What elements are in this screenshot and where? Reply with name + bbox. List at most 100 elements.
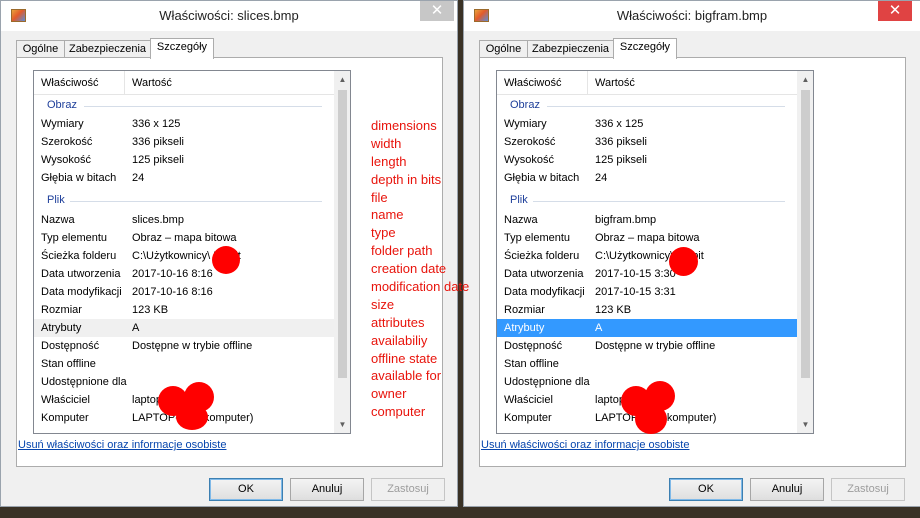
vertical-scrollbar[interactable]: ▲ ▼ bbox=[797, 71, 813, 433]
title-bar: Właściwości: slices.bmp ✕ bbox=[1, 1, 457, 31]
scroll-up-arrow-icon[interactable]: ▲ bbox=[797, 71, 813, 88]
table-row-selected[interactable]: Atrybuty A bbox=[34, 319, 334, 337]
scroll-thumb[interactable] bbox=[338, 90, 347, 378]
table-row[interactable]: Szerokość 336 pikseli bbox=[34, 133, 334, 151]
group-header-file: Plik bbox=[34, 192, 334, 210]
table-row[interactable]: Data utworzenia 2017-10-15 3:30 bbox=[497, 265, 797, 283]
close-icon: ✕ bbox=[430, 2, 444, 19]
scroll-down-arrow-icon[interactable]: ▼ bbox=[797, 416, 813, 433]
close-button[interactable]: ✕ bbox=[878, 1, 912, 21]
tab-details[interactable]: Szczegóły bbox=[150, 38, 214, 59]
property-value: 24 bbox=[132, 172, 145, 184]
column-header-value[interactable]: Wartość bbox=[132, 77, 172, 89]
table-row[interactable]: Szerokość 336 pikseli bbox=[497, 133, 797, 151]
table-row[interactable]: Dostępność Dostępne w trybie offline bbox=[497, 337, 797, 355]
table-row[interactable]: Nazwa slices.bmp bbox=[34, 211, 334, 229]
scroll-down-arrow-icon[interactable]: ▼ bbox=[334, 416, 350, 433]
table-row[interactable]: Rozmiar 123 KB bbox=[34, 301, 334, 319]
tab-general[interactable]: Ogólne bbox=[479, 40, 528, 58]
property-name: Typ elementu bbox=[41, 232, 108, 244]
property-name: Komputer bbox=[41, 412, 89, 424]
table-row[interactable]: Stan offline bbox=[497, 355, 797, 373]
group-header-image: Obraz bbox=[34, 97, 334, 115]
table-row[interactable]: Wymiary 336 x 125 bbox=[497, 115, 797, 133]
table-row[interactable]: Nazwa bigfram.bmp bbox=[497, 211, 797, 229]
column-header-property[interactable]: Właściwość bbox=[504, 77, 561, 89]
annotation-label: dimensions bbox=[371, 118, 437, 133]
table-row-selected[interactable]: Atrybuty A bbox=[497, 319, 797, 337]
property-value: 336 x 125 bbox=[595, 118, 644, 130]
property-name: Data modyfikacji bbox=[41, 286, 122, 298]
remove-properties-link[interactable]: Usuń właściwości oraz informacje osobist… bbox=[481, 439, 689, 451]
scroll-up-arrow-icon[interactable]: ▲ bbox=[334, 71, 350, 88]
tab-general[interactable]: Ogólne bbox=[16, 40, 65, 58]
property-name: Stan offline bbox=[41, 358, 96, 370]
column-divider[interactable] bbox=[124, 71, 125, 95]
table-row[interactable]: Głębia w bitach 24 bbox=[34, 169, 334, 187]
table-row[interactable]: Ścieżka folderu C:\Użytkownicy\ Pulpit bbox=[34, 247, 334, 265]
redaction-mark bbox=[669, 247, 698, 276]
group-label: Obraz bbox=[510, 99, 540, 111]
property-name: Atrybuty bbox=[504, 322, 545, 334]
redaction-mark bbox=[635, 404, 667, 434]
ok-button[interactable]: OK bbox=[669, 478, 743, 501]
annotation-label: file bbox=[371, 189, 388, 205]
table-row[interactable]: Głębia w bitach 24 bbox=[497, 169, 797, 187]
property-name: Rozmiar bbox=[504, 304, 545, 316]
property-name: Komputer bbox=[504, 412, 552, 424]
table-row[interactable]: Wymiary 336 x 125 bbox=[34, 115, 334, 133]
table-row[interactable]: Wysokość 125 pikseli bbox=[497, 151, 797, 169]
annotation-list: dimensions width length depth in bits fi… bbox=[371, 117, 469, 421]
column-header-property[interactable]: Właściwość bbox=[41, 77, 98, 89]
apply-button[interactable]: Zastosuj bbox=[371, 478, 445, 501]
group-header-image: Obraz bbox=[497, 97, 797, 115]
tab-security[interactable]: Zabezpieczenia bbox=[527, 40, 614, 58]
cancel-button[interactable]: Anuluj bbox=[750, 478, 824, 501]
property-list[interactable]: Właściwość Wartość Obraz Wymiary 336 x 12… bbox=[496, 70, 814, 434]
close-icon: ✕ bbox=[888, 2, 902, 19]
property-value: 2017-10-16 8:16 bbox=[132, 268, 213, 280]
tab-details[interactable]: Szczegóły bbox=[613, 38, 677, 59]
property-value: Obraz – mapa bitowa bbox=[595, 232, 700, 244]
list-header: Właściwość Wartość bbox=[34, 71, 334, 95]
redaction-mark bbox=[176, 404, 208, 430]
tab-security[interactable]: Zabezpieczenia bbox=[64, 40, 151, 58]
table-row[interactable]: Typ elementu Obraz – mapa bitowa bbox=[34, 229, 334, 247]
table-row[interactable]: Stan offline bbox=[34, 355, 334, 373]
window-title: Właściwości: bigfram.bmp bbox=[616, 8, 768, 23]
vertical-scrollbar[interactable]: ▲ ▼ bbox=[334, 71, 350, 433]
property-list[interactable]: Właściwość Wartość Obraz Wymiary 336 x 12… bbox=[33, 70, 351, 434]
ok-button[interactable]: OK bbox=[209, 478, 283, 501]
property-value: 123 KB bbox=[595, 304, 632, 316]
cancel-button[interactable]: Anuluj bbox=[290, 478, 364, 501]
scroll-thumb[interactable] bbox=[801, 90, 810, 378]
table-row[interactable]: Udostępnione dla bbox=[34, 373, 334, 391]
annotation-label: owner bbox=[371, 386, 407, 402]
title-bar: Właściwości: bigfram.bmp ✕ bbox=[464, 1, 920, 31]
property-name: Właściciel bbox=[504, 394, 553, 406]
property-name: Głębia w bitach bbox=[41, 172, 117, 184]
column-divider[interactable] bbox=[587, 71, 588, 95]
property-name: Nazwa bbox=[504, 214, 538, 226]
redaction-mark bbox=[212, 246, 240, 274]
property-name: Wymiary bbox=[41, 118, 84, 130]
group-divider bbox=[547, 106, 785, 107]
table-row[interactable]: Dostępność Dostępne w trybie offline bbox=[34, 337, 334, 355]
table-row[interactable]: Data utworzenia 2017-10-16 8:16 bbox=[34, 265, 334, 283]
group-divider bbox=[84, 106, 322, 107]
table-row[interactable]: Rozmiar 123 KB bbox=[497, 301, 797, 319]
apply-button[interactable]: Zastosuj bbox=[831, 478, 905, 501]
close-button[interactable]: ✕ bbox=[420, 1, 454, 21]
remove-properties-link[interactable]: Usuń właściwości oraz informacje osobist… bbox=[18, 439, 226, 451]
property-name: Udostępnione dla bbox=[41, 376, 127, 388]
annotation-label: size bbox=[371, 296, 395, 312]
table-row[interactable]: Wysokość 125 pikseli bbox=[34, 151, 334, 169]
group-divider bbox=[533, 201, 785, 202]
column-header-value[interactable]: Wartość bbox=[595, 77, 635, 89]
annotation-label: attributes bbox=[371, 314, 425, 330]
table-row[interactable]: Ścieżka folderu C:\Użytkownicy\ Pulpit bbox=[497, 247, 797, 265]
property-name: Ścieżka folderu bbox=[41, 250, 117, 262]
table-row[interactable]: Data modyfikacji 2017-10-16 8:16 bbox=[34, 283, 334, 301]
table-row[interactable]: Data modyfikacji 2017-10-15 3:31 bbox=[497, 283, 797, 301]
table-row[interactable]: Typ elementu Obraz – mapa bitowa bbox=[497, 229, 797, 247]
